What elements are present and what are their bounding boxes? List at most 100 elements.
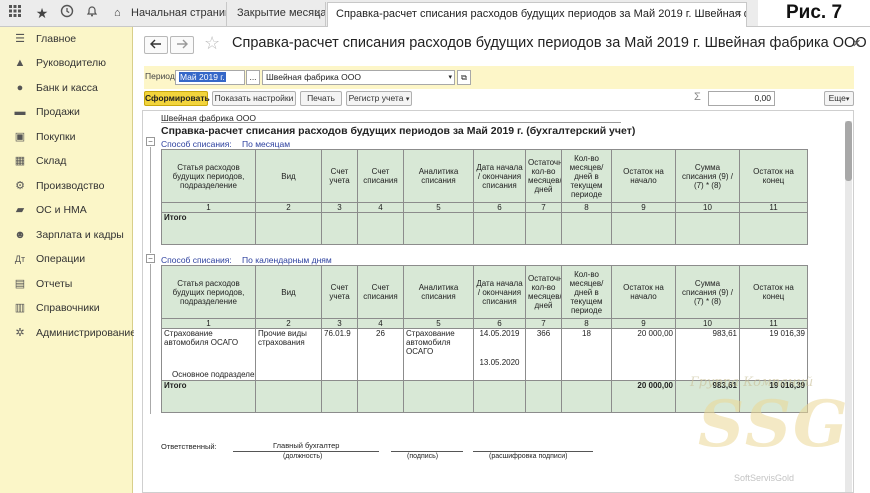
header-cell: Вид (255, 149, 322, 203)
analytics-cell: Страхование автомобиля ОСАГО (403, 328, 474, 381)
collapse-group-icon[interactable]: − (146, 254, 155, 263)
tab-report[interactable]: Справка-расчет списания расходов будущих… (327, 2, 747, 27)
sum-field[interactable]: 0,00 (708, 91, 775, 106)
sidebar-item-main[interactable]: ☰ Главное (0, 27, 133, 51)
favorite-star-icon[interactable]: ☆ (204, 33, 220, 54)
tab-report-label: Справка-расчет списания расходов будущих… (336, 8, 746, 20)
header-cell: Статья расходов будущих периодов, подраз… (161, 265, 256, 319)
method2-label: Способ списания: (161, 255, 232, 265)
period-select-button[interactable]: ... (246, 70, 260, 85)
forward-button[interactable] (170, 36, 194, 54)
header-cell: Кол-во месяцев/ дней в текущем периоде (561, 265, 612, 319)
column-number: 1 (161, 202, 256, 213)
dates-cell: 14.05.2019 13.05.2020 (473, 328, 526, 381)
close-icon[interactable]: × (736, 3, 742, 26)
balance-end-cell: 19 016,39 (739, 328, 808, 381)
show-settings-button[interactable]: Показать настройки (212, 91, 296, 106)
sidebar-item-label: Справочники (36, 302, 100, 314)
header-cell: Аналитика списания (403, 149, 474, 203)
method1-value: По месяцам (242, 139, 291, 149)
sidebar-item-sales[interactable]: ▬ Продажи (0, 100, 133, 124)
close-icon[interactable]: × (315, 2, 321, 25)
header-cell: Остаточное кол-во месяцев/ дней (525, 149, 562, 203)
sidebar-item-label: Производство (36, 180, 105, 192)
table-cell (473, 212, 526, 245)
column-number: 4 (357, 202, 404, 213)
sidebar-item-warehouse[interactable]: ▦ Склад (0, 149, 133, 173)
sidebar-item-catalogs[interactable]: ▥ Справочники (0, 296, 133, 320)
sidebar-item-manager[interactable]: ▲ Руководителю (0, 51, 133, 75)
scrollbar-thumb[interactable] (845, 121, 852, 181)
table-cell (403, 380, 474, 413)
close-icon[interactable]: ✕ (852, 37, 861, 50)
more-button[interactable]: Еще▾ (824, 91, 854, 106)
period-field[interactable]: Май 2019 г. (175, 70, 245, 85)
header-cell: Счет учета (321, 265, 358, 319)
report-area: − − Швейная фабрика ООО Справка-расчет с… (142, 110, 854, 493)
sidebar-item-bank[interactable]: ● Банк и касса (0, 76, 133, 100)
favorites-star-icon[interactable]: ★ (33, 4, 51, 22)
table-cell (357, 380, 404, 413)
open-link-icon[interactable]: ⧉ (457, 70, 471, 85)
sidebar-item-purchases[interactable]: ▣ Покупки (0, 125, 133, 149)
column-number: 5 (403, 318, 474, 329)
column-number: 11 (739, 318, 808, 329)
sidebar-item-assets[interactable]: ▰ ОС и НМА (0, 198, 133, 222)
sidebar-item-admin[interactable]: ✲ Администрирование (0, 321, 136, 345)
tab-home[interactable]: ⌂ Начальная страница (107, 2, 227, 27)
collapse-group-icon[interactable]: − (146, 137, 155, 146)
sidebar-item-salary[interactable]: ☻ Зарплата и кадры (0, 223, 133, 247)
factory-icon: ⚙ (15, 180, 25, 192)
header-cell: Остаток на конец (739, 149, 808, 203)
print-button[interactable]: Печать (300, 91, 342, 106)
report-title: Справка-расчет списания расходов будущих… (161, 125, 636, 137)
sign-caption: (подпись) (407, 453, 439, 460)
history-icon[interactable] (58, 4, 76, 22)
sidebar-item-operations[interactable]: Дт Операции (0, 247, 133, 271)
organization-field[interactable]: Швейная фабрика ООО ▾ (262, 70, 455, 85)
menu-icon: ☰ (15, 33, 25, 45)
header-cell: Дата начала / окончания списания (473, 149, 526, 203)
sidebar-item-reports[interactable]: ▤ Отчеты (0, 272, 133, 296)
column-number: 4 (357, 318, 404, 329)
bell-icon[interactable] (83, 4, 101, 22)
sidebar: ☰ Главное ▲ Руководителю ● Банк и касса ▬ Пр… (0, 27, 136, 493)
article-name: Страхование автомобиля ОСАГО (164, 329, 239, 348)
header-cell: Счет списания (357, 265, 404, 319)
sidebar-item-label: Главное (36, 33, 77, 45)
generate-button[interactable]: Сформировать (144, 91, 210, 106)
apps-grid-icon[interactable] (6, 4, 24, 22)
vertical-scrollbar[interactable] (845, 121, 852, 492)
table-cell (321, 380, 358, 413)
table-row[interactable]: Страхование автомобиля ОСАГО Основное по… (161, 328, 808, 381)
chevron-down-icon: ▾ (845, 96, 850, 103)
table-cell (739, 212, 808, 245)
sidebar-item-label: Продажи (36, 106, 80, 118)
dropdown-icon[interactable]: ▾ (448, 71, 452, 84)
header-cell: Вид (255, 265, 322, 319)
column-number: 3 (321, 318, 358, 329)
table-cell (561, 212, 612, 245)
cart-icon: ▣ (14, 131, 26, 143)
register-button[interactable]: Регистр учета ▾ (346, 91, 412, 106)
sidebar-item-label: Операции (36, 253, 86, 265)
header-cell: Счет учета (321, 149, 358, 203)
position-value: Главный бухгалтер (273, 441, 340, 450)
table-cell (525, 212, 562, 245)
sidebar-item-production[interactable]: ⚙ Производство (0, 174, 133, 198)
write-off-account-cell: 26 (357, 328, 404, 381)
column-number: 2 (255, 318, 322, 329)
gear-icon: ✲ (15, 327, 25, 339)
table-cell (561, 380, 612, 413)
signature-line (233, 451, 379, 452)
header-cell: Дата начала / окончания списания (473, 265, 526, 319)
header-cell: Статья расходов будущих периодов, подраз… (161, 149, 256, 203)
tab-month-closing[interactable]: Закрытие месяца × (229, 2, 326, 27)
method2-value: По календарным дням (242, 255, 332, 265)
kind-cell: Прочие виды страхования (255, 328, 322, 381)
app-window: ★ ⌂ Начальная страница Закрытие месяца ×… (0, 0, 870, 493)
back-button[interactable] (144, 36, 168, 54)
column-number: 6 (473, 318, 526, 329)
column-number: 2 (255, 202, 322, 213)
group-line (150, 147, 151, 253)
